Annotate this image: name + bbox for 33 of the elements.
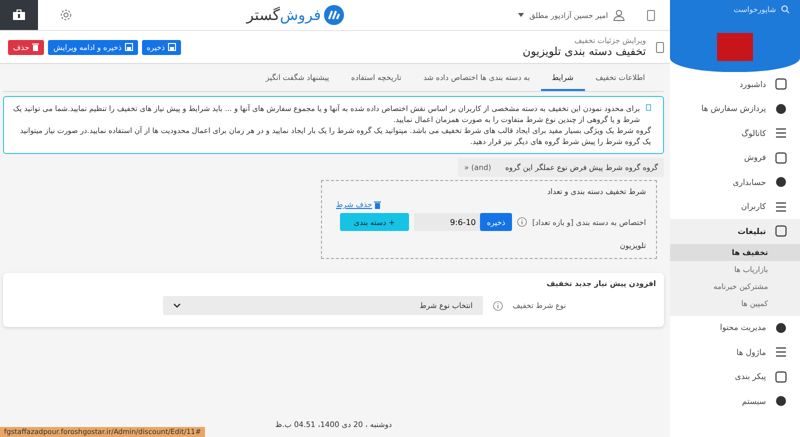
search-icon[interactable] — [781, 5, 790, 14]
toolbox-button[interactable] — [0, 0, 38, 30]
store-logo — [717, 33, 753, 61]
note-icon — [646, 103, 651, 112]
page-title: تخفیف دسته بندی تلویزیون — [522, 45, 646, 58]
settings-icon[interactable] — [60, 9, 72, 21]
user-icon — [613, 9, 625, 21]
toolbox-icon — [12, 9, 26, 21]
info-icon[interactable] — [517, 217, 528, 227]
sidebar-item[interactable]: حسابداری — [670, 170, 800, 194]
sidebar-item[interactable]: کاتالوگ — [670, 121, 800, 146]
sidebar-item[interactable]: پردازش سفارش ها — [670, 96, 800, 121]
logo-text: فروش — [280, 6, 321, 24]
floppy-icon — [168, 43, 176, 51]
sidebar-item[interactable]: داشبورد — [670, 72, 800, 96]
sidebar-item[interactable]: ماژول ها — [670, 340, 800, 364]
caret-icon — [518, 13, 524, 17]
collapse-icon[interactable] — [656, 42, 664, 52]
sidebar-item[interactable]: کاربران — [670, 194, 800, 219]
range-input[interactable]: 9:6-10 — [414, 213, 480, 231]
sidebar-item[interactable]: مدیریت محتوا — [670, 316, 800, 340]
trash-icon — [374, 200, 382, 208]
sidebar-item[interactable]: تبلیغات — [670, 219, 800, 244]
logo-text: گستر — [246, 6, 280, 24]
sidebar-item[interactable]: پیکر بندی — [670, 364, 800, 389]
sidebar-item[interactable]: فروش — [670, 146, 800, 170]
trash-icon — [32, 43, 40, 51]
floppy-icon — [124, 43, 133, 51]
sidebar-toggle-icon[interactable] — [647, 10, 655, 20]
logo-icon — [324, 5, 344, 25]
info-icon[interactable] — [492, 300, 503, 310]
sidebar-item[interactable]: سیستم — [670, 389, 800, 414]
chevron-icon — [172, 303, 181, 308]
